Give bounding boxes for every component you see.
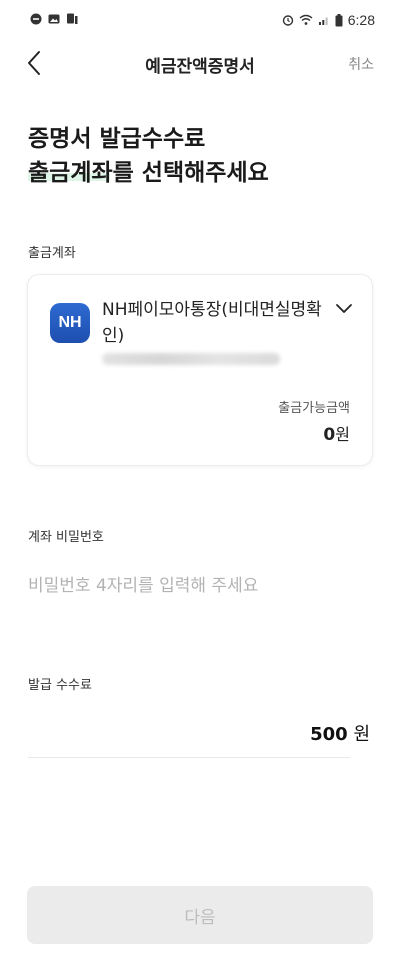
password-label: 계좌 비밀번호 [28,530,104,545]
fee-value: 500 원 [310,720,370,746]
chevron-down-icon[interactable] [334,301,354,317]
main-heading: 증명서 발급수수료 출금계좌를 선택해주세요 [28,122,269,190]
available-balance: 0원 [323,421,350,445]
next-button[interactable]: 다음 [27,886,373,944]
status-time: 6:28 [347,12,375,28]
page: 6:28 예금잔액증명서 취소 증명서 발급수수료 출금계좌를 선택해주세요 출… [0,0,400,978]
page-title: 예금잔액증명서 [145,57,255,77]
signal-icon [318,17,328,25]
account-number-masked [102,353,280,365]
status-bar: 6:28 [0,0,400,40]
header: 예금잔액증명서 취소 [0,40,400,86]
heading-line-1: 증명서 발급수수료 [28,126,206,152]
available-balance-label: 출금가능금액 [278,401,350,416]
fee-amount: 500 [310,724,348,745]
status-left-icons [30,13,78,25]
battery-icon [335,13,343,26]
fee-unit: 원 [353,724,370,745]
cancel-button[interactable]: 취소 [348,54,374,74]
bank-logo: NH [50,303,90,343]
withdraw-account-label: 출금계좌 [28,246,76,261]
status-right-icons: 6:28 [282,12,375,28]
available-balance-value: 0 [323,425,336,445]
account-name: NH페이모아통장(비대면실명확인) [102,300,322,346]
heading-line-2: 출금계좌를 선택해주세요 [28,160,269,186]
alarm-icon [282,15,293,26]
wifi-icon [299,14,313,25]
available-balance-unit: 원 [335,425,350,444]
image-icon [48,14,60,24]
minus-circle-icon [30,13,42,25]
divider [28,757,350,758]
fee-label: 발급 수수료 [28,678,92,693]
sim-icon [67,13,78,24]
password-input[interactable] [28,566,372,606]
account-selector-card[interactable]: NH NH페이모아통장(비대면실명확인) 출금가능금액 0원 [27,274,373,466]
